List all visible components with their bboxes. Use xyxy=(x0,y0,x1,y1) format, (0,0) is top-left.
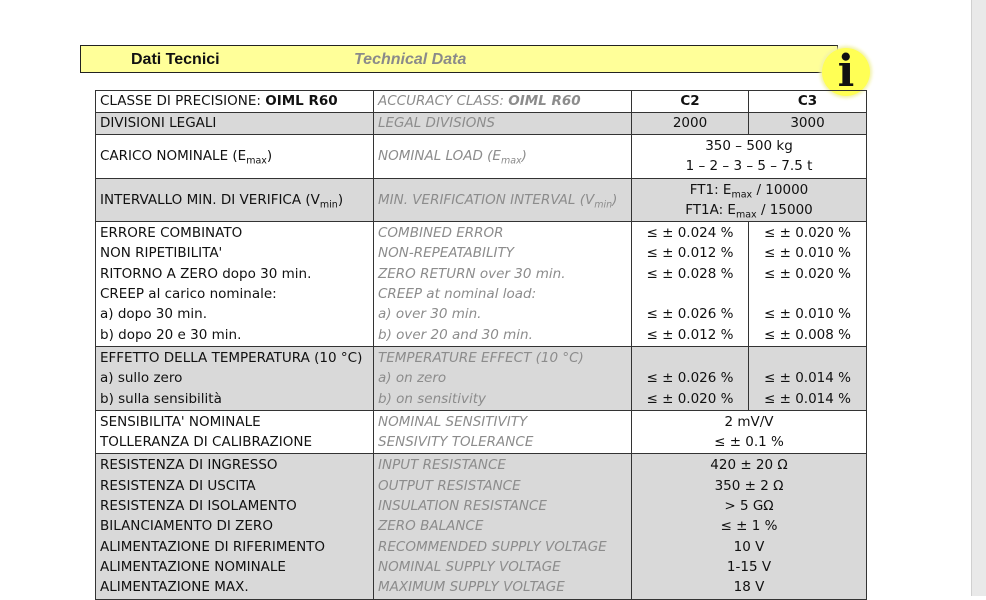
label-it: DIVISIONI LEGALI xyxy=(95,112,374,135)
label-it: CARICO NOMINALE (Emax) xyxy=(95,134,374,179)
value-nominal-load: 350 – 500 kg 1 – 2 – 3 – 5 – 7.5 t xyxy=(631,134,867,179)
row-electrical: RESISTENZA DI INGRESSO RESISTENZA DI USCI… xyxy=(95,453,867,600)
label-it: INTERVALLO MIN. DI VERIFICA (Vmin) xyxy=(95,177,374,223)
label-it: ERRORE COMBINATO NON RIPETIBILITA' RITORN… xyxy=(95,221,374,347)
value-c3: ≤ ± 0.014 % ≤ ± 0.014 % xyxy=(748,345,867,411)
row-nominal-load: CARICO NOMINALE (Emax) NOMINAL LOAD (Ema… xyxy=(95,134,867,179)
value-electrical: 420 ± 20 Ω 350 ± 2 Ω > 5 GΩ ≤ ± 1 % 10 V 1-… xyxy=(631,453,867,600)
value-c2: ≤ ± 0.024 % ≤ ± 0.012 % ≤ ± 0.028 % ≤ ± 0… xyxy=(631,221,749,347)
section-banner: Dati Tecnici Technical Data xyxy=(80,45,838,73)
label-en: INPUT RESISTANCE OUTPUT RESISTANCE INSULA… xyxy=(373,453,632,600)
label-it: CLASSE DI PRECISIONE: OIML R60 xyxy=(95,90,374,113)
row-accuracy-class: CLASSE DI PRECISIONE: OIML R60 ACCURACY … xyxy=(95,90,867,113)
value-verification-interval: FT1: Emax / 10000 FT1A: Emax / 15000 xyxy=(631,177,867,223)
value-c2: ≤ ± 0.026 % ≤ ± 0.020 % xyxy=(631,345,749,411)
row-errors: ERRORE COMBINATO NON RIPETIBILITA' RITORN… xyxy=(95,221,867,347)
right-edge-strip xyxy=(971,0,986,596)
label-it: SENSIBILITA' NOMINALE TOLLERANZA DI CALIB… xyxy=(95,409,374,455)
col-c2-header: C2 xyxy=(631,90,749,113)
value-c3: ≤ ± 0.020 % ≤ ± 0.010 % ≤ ± 0.020 % ≤ ± 0… xyxy=(748,221,867,347)
section-title-en: Technical Data xyxy=(354,51,467,68)
label-it: RESISTENZA DI INGRESSO RESISTENZA DI USCI… xyxy=(95,453,374,600)
label-en: NOMINAL SENSITIVITY SENSIVITY TOLERANCE xyxy=(373,409,632,455)
label-en: MIN. VERIFICATION INTERVAL (Vmin) xyxy=(373,177,632,223)
col-c3-header: C3 xyxy=(748,90,867,113)
section-title-it: Dati Tecnici xyxy=(131,51,220,68)
label-en: LEGAL DIVISIONS xyxy=(373,112,632,135)
info-icon: i xyxy=(822,46,870,97)
label-en: NOMINAL LOAD (Emax) xyxy=(373,134,632,179)
row-min-verification-interval: INTERVALLO MIN. DI VERIFICA (Vmin) MIN. … xyxy=(95,177,867,223)
label-en: TEMPERATURE EFFECT (10 °C) a) on zero b) o… xyxy=(373,345,632,411)
technical-data-table: CLASSE DI PRECISIONE: OIML R60 ACCURACY … xyxy=(95,90,867,600)
value-c3: 3000 xyxy=(748,112,867,135)
row-temperature-effect: EFFETTO DELLA TEMPERATURA (10 °C) a) sull… xyxy=(95,345,867,411)
value-sensitivity: 2 mV/V ≤ ± 0.1 % xyxy=(631,409,867,455)
label-en: COMBINED ERROR NON-REPEATABILITY ZERO RET… xyxy=(373,221,632,347)
label-it: EFFETTO DELLA TEMPERATURA (10 °C) a) sull… xyxy=(95,345,374,411)
value-c2: 2000 xyxy=(631,112,749,135)
row-sensitivity: SENSIBILITA' NOMINALE TOLLERANZA DI CALIB… xyxy=(95,409,867,455)
label-en: ACCURACY CLASS: OIML R60 xyxy=(373,90,632,113)
row-legal-divisions: DIVISIONI LEGALI LEGAL DIVISIONS 2000 30… xyxy=(95,112,867,135)
